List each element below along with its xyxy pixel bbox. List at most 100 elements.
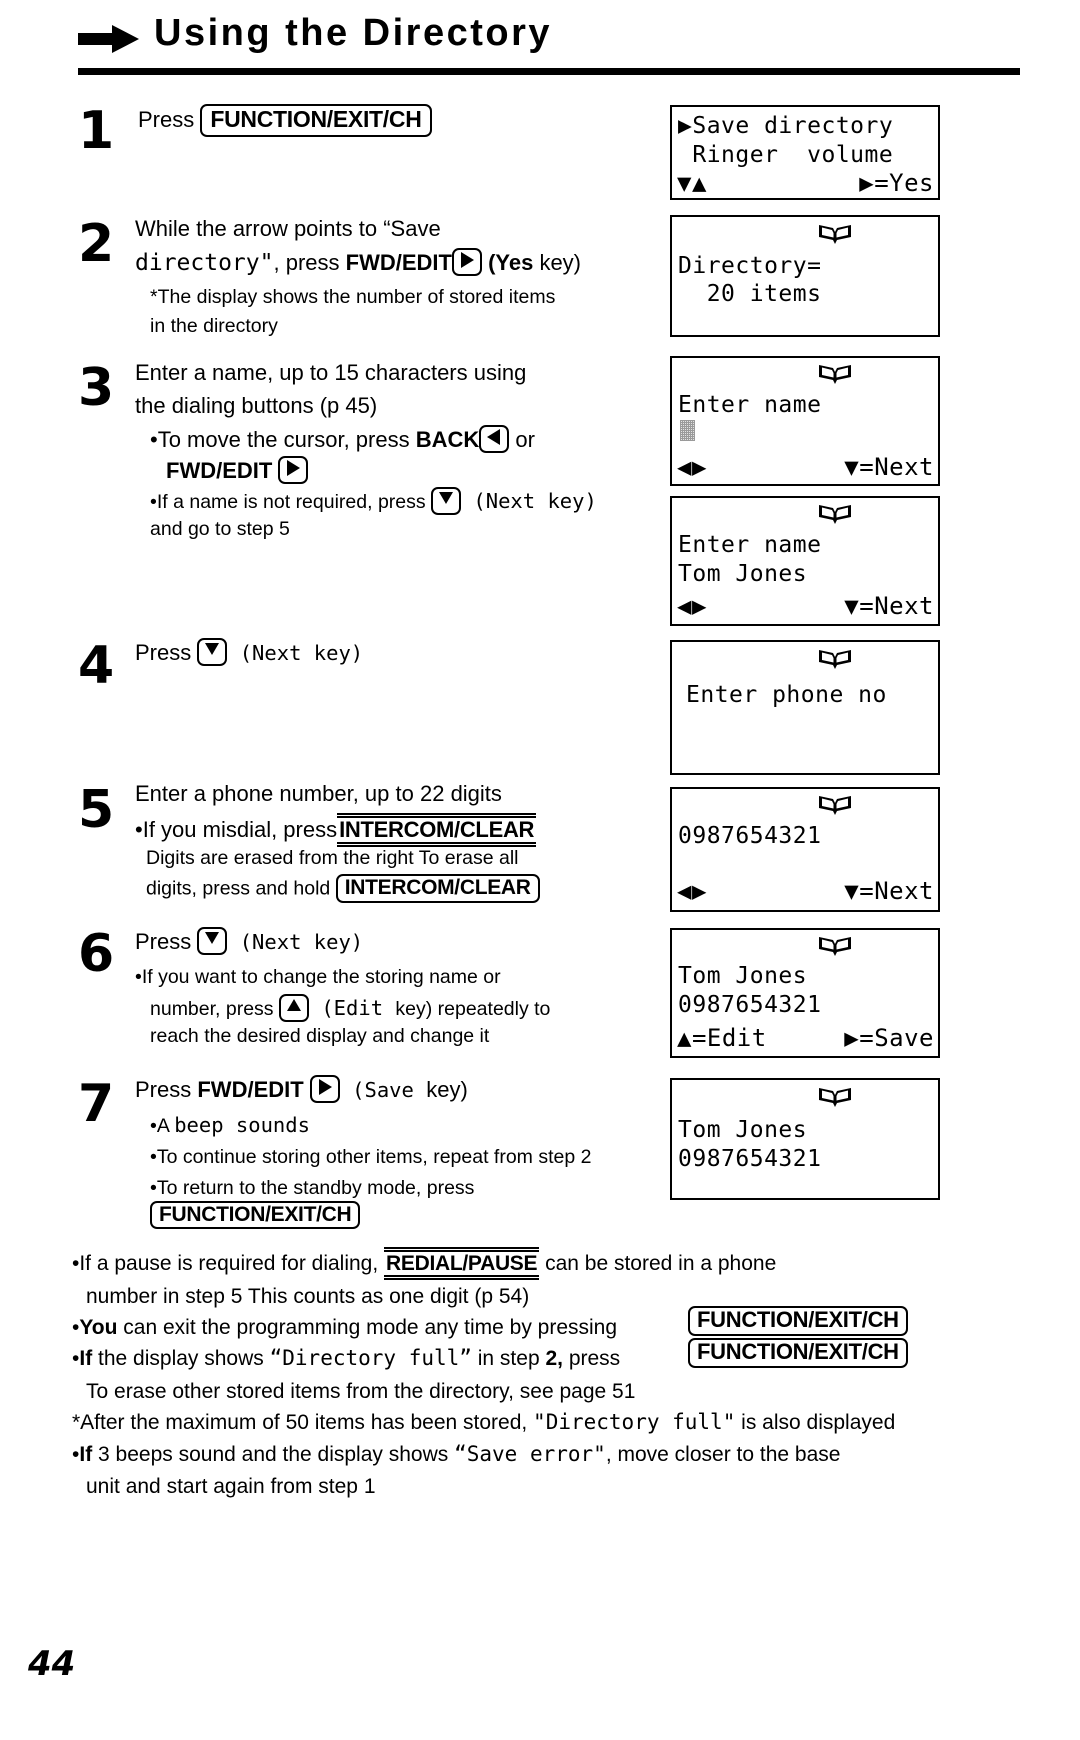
key-back-left-arrow[interactable] [479,425,510,454]
display-6-footer-left: ◀▶ [677,877,707,905]
note-save-error-line-1: •If 3 beeps sound and the display shows … [72,1441,840,1468]
display-4-footer-right: ▼=Next [844,592,934,620]
key-edit-up-arrow[interactable] [278,993,309,1022]
step-7-label-fwd-edit: FWD/EDIT [197,1077,310,1102]
display-1-line-2: Ringer volume [678,142,894,168]
text-cursor [680,420,695,441]
note-maxitems-text-a: *After the maximum of 50 items has been … [72,1411,534,1434]
key-function-exit-ch-2[interactable]: FUNCTION/EXIT/CH [150,1200,361,1230]
key-next-down-arrow-3[interactable] [197,927,228,956]
note-dirfull-text-a: the display shows [92,1347,270,1370]
display-4-footer-left: ◀▶ [677,592,707,620]
step-3-line-2: the dialing buttons (p 45) [135,393,378,418]
step-6-bullet-1: •If you want to change the storing name … [135,966,501,988]
step-2-line-1: While the arrow points to “Save [135,216,441,241]
display-2-line-2: 20 items [678,281,822,307]
key-fwd-edit-right-arrow[interactable] [451,248,482,277]
key-function-exit-ch-3[interactable]: FUNCTION/EXIT/CH [688,1306,908,1336]
display-4-line-1: Enter name [678,532,822,558]
note-dirfull-text-b: in step [471,1347,546,1370]
key-redial-pause[interactable]: REDIAL/PAUSE [384,1247,540,1281]
header-divider [78,68,1020,75]
note-key-exit-2-wrap: FUNCTION/EXIT/CH [688,1338,908,1369]
step-7-bullet-1-mono: beep sounds [174,1113,310,1137]
step-5-note-2-text: digits, press and hold [146,877,336,900]
display-1-footer-left: ▼▲ [677,169,707,197]
display-7-footer-right: ▶=Save [844,1024,934,1052]
note-saveerror-text-b: , move closer to the base [605,1443,841,1466]
note-directory-full-line-2: To erase other stored items from the dir… [86,1380,636,1403]
step-6-bullet-1b: number, press (Edit key) repeatedly to [150,993,551,1024]
manual-page: Using the Directory 1 Press FUNCTION/EXI… [0,0,1080,1740]
step-3-bullet-1-or: or [509,427,535,452]
step-6-bullet-1c: reach the desired display and change it [150,1025,490,1047]
step-6-keyname: (Next key) [227,930,364,954]
book-icon [817,794,853,816]
step-6-bullet-1b-text: number, press [150,998,279,1020]
key-save-right-arrow[interactable] [309,1075,340,1104]
display-8-line-2: 0987654321 [678,1146,822,1172]
step-5-note-1: Digits are erased from the right To eras… [146,847,519,869]
display-saved-entry: Tom Jones 0987654321 [670,1078,940,1200]
step-2-label-yes: (Yes [481,250,534,275]
key-next-down-arrow-2[interactable] [197,638,228,667]
note-dirfull-text-c: press [562,1347,621,1370]
step-7-save-keyname: (Save [339,1078,427,1102]
step-number-3: 3 [78,358,115,418]
step-number-6: 6 [78,924,115,984]
note-exit-text: can exit the programming mode any time b… [117,1316,618,1339]
step-2-mono-directory: directory" [135,250,274,276]
note-exit-programming: •You can exit the programming mode any t… [72,1314,617,1341]
step-number-5: 5 [78,780,115,840]
step-7-bullet-1: •A beep sounds [150,1112,310,1140]
step-7-bullet-3: •To return to the standby mode, press [150,1177,475,1199]
display-7-footer-left: ▲=Edit [677,1024,767,1052]
step-7-line-1: Press FWD/EDIT (Save key) [135,1075,468,1105]
note-saveerror-if: If [79,1443,93,1466]
right-arrow-icon [78,24,140,54]
note-maxitems-text-b: is also displayed [735,1411,896,1434]
display-4-line-2: Tom Jones [678,561,808,587]
display-confirm-entry: Tom Jones 0987654321 ▲=Edit ▶=Save [670,928,940,1058]
page-number: 44 [28,1644,76,1684]
key-intercom-clear-box[interactable]: INTERCOM/CLEAR [335,874,540,903]
note-dirfull-if: If [79,1347,93,1370]
step-3-bullet-1b: FWD/EDIT [166,456,309,486]
step-7-bullet-3b: FUNCTION/EXIT/CH [150,1200,361,1230]
note-save-error-line-2: unit and start again from step 1 [86,1475,376,1498]
key-intercom-clear-underlined[interactable]: INTERCOM/CLEAR [337,813,537,848]
step-4-press: Press [135,640,198,665]
note-dirfull-step: 2, [545,1347,563,1370]
step-7-bullet-1-a: •A [150,1115,175,1137]
display-2-line-1: Directory= [678,253,822,279]
step-6-line-1: Press (Next key) [135,927,363,957]
step-6-bullet-1b-tail: key) repeatedly to [395,998,551,1020]
step-3-bullet-2-keyname: (Next key) [461,489,597,513]
step-6-edit-keyname: (Edit [308,996,396,1020]
key-function-exit-ch[interactable]: FUNCTION/EXIT/CH [200,104,432,137]
step-2-label-key: key) [533,250,582,275]
key-next-down-arrow[interactable] [431,486,462,515]
display-1-footer-right: ▶=Yes [859,169,934,197]
display-phone-number: 0987654321 ◀▶ ▼=Next [670,787,940,912]
step-7-key-tail: key) [426,1077,468,1102]
book-icon [817,935,853,957]
step-number-7: 7 [78,1074,115,1134]
step-3-bullet-2: •If a name is not required, press (Next … [150,486,597,517]
step-number-1: 1 [78,101,115,161]
key-function-exit-ch-4[interactable]: FUNCTION/EXIT/CH [688,1338,908,1368]
step-3-label-back: BACK [415,427,480,452]
step-3-bullet-1: •To move the cursor, press BACK or [150,425,535,455]
step-5-bullet-1-text: •If you misdial, press [135,816,338,842]
note-dirfull-quote: “Directory full” [269,1346,472,1370]
display-7-line-1: Tom Jones [678,963,808,989]
book-icon [817,363,853,385]
display-7-line-2: 0987654321 [678,992,822,1018]
note-pause-line-2: number in step 5 This counts as one digi… [86,1285,530,1308]
display-3-line-1: Enter name [678,392,822,418]
step-3-label-fwd-edit: FWD/EDIT [166,458,279,483]
note-pause-text-a: •If a pause is required for dialing, [72,1252,385,1276]
key-fwd-edit-right-arrow-2[interactable] [278,456,309,485]
display-3-footer-right: ▼=Next [844,453,934,481]
note-saveerror-quote: “Save error" [454,1442,606,1466]
